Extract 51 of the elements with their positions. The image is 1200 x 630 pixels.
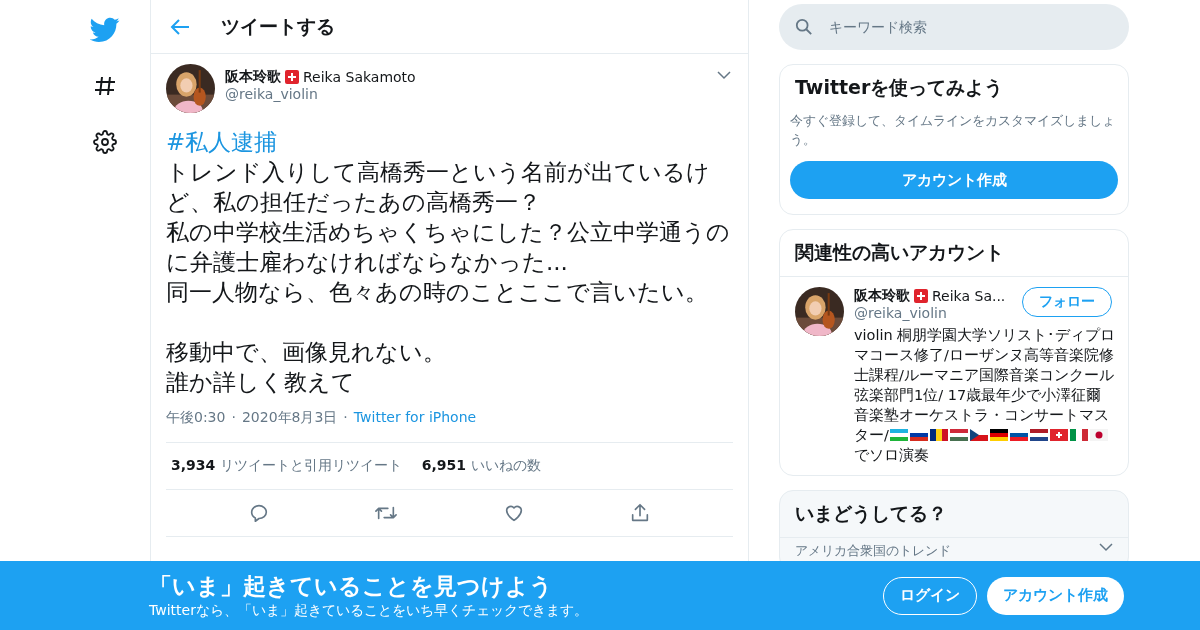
banner-title: 「いま」起きていることを見つけよう: [149, 572, 554, 601]
flag-icon: [1089, 429, 1108, 441]
flag-icon: [969, 429, 988, 441]
page-title: ツイートする: [221, 13, 335, 39]
flag-icon: [1049, 429, 1068, 441]
source-link[interactable]: Twitter for iPhone: [353, 409, 477, 427]
search-icon: [795, 18, 813, 36]
author-name-latin: Reika Sakamoto: [303, 69, 416, 85]
tweet-text: トレンド入りして高橋秀一という名前が出ているけど、私の担任だったあの高橋秀一？: [166, 158, 711, 217]
login-button[interactable]: ログイン: [883, 576, 977, 615]
chevron-down-icon[interactable]: [1099, 542, 1113, 552]
stat-count: 3,934: [171, 457, 216, 473]
author-name: 阪本玲歌: [225, 68, 281, 86]
chevron-down-icon[interactable]: [717, 70, 731, 80]
separator-dot: ·: [231, 409, 236, 427]
card-title: Twitterを使ってみよう: [794, 75, 1005, 100]
follow-button[interactable]: フォロー: [1022, 287, 1112, 317]
flag-icon: [1069, 429, 1088, 441]
signup-button[interactable]: アカウント作成: [987, 576, 1124, 615]
search-box[interactable]: キーワード検索: [779, 4, 1129, 50]
tweet-text: 私の中学校生活めちゃくちゃにした？公立中学通うのに弁護士雇わなければならなかった...: [166, 218, 731, 277]
flag-icon: [889, 429, 908, 441]
tweet-date: 2020年8月3日: [241, 409, 338, 427]
stat-label: リツイートと引用リツイート: [219, 457, 402, 473]
card-title: 関連性の高いアカウント: [794, 240, 1005, 265]
search-field[interactable]: キーワード検索: [827, 18, 1113, 36]
flag-icon: [949, 429, 968, 441]
flag-icon: [1029, 429, 1048, 441]
back-arrow-icon[interactable]: [169, 16, 191, 37]
flag-icon: [929, 429, 948, 441]
separator-dot: ·: [343, 409, 348, 427]
swiss-flag-icon: [285, 70, 299, 84]
tweet-text: 誰か詳しく教えて: [166, 368, 356, 397]
account-bio: violin 桐朋学園大学ソリスト･ディプロマコース修了/ローザンヌ高等音楽院修士課程/ルーマニア国際音楽コンクール弦楽部門1位/ 17歳最年少で小澤征爾音楽塾オーケストラ・コンサートマスター/ でソロ演奏: [854, 326, 1116, 465]
banner-text: Twitterなら、「いま」起きていることをいち早くチェックできます。: [149, 602, 589, 620]
trends-location: アメリカ合衆国のトレンド: [795, 542, 951, 560]
tweet-time: 午後0:30: [166, 409, 226, 427]
card-title: いまどうしてる？: [794, 501, 948, 526]
account-name-latin: Reika Sa...: [932, 288, 1006, 304]
account-handle: @reika_violin: [854, 305, 948, 321]
tweet-text: 移動中で、画像見れない。: [166, 338, 447, 367]
tweet-text: 同一人物なら、色々あの時のことここで言いたい。: [166, 278, 709, 307]
author-handle: @reika_violin: [225, 86, 319, 102]
flag-icon: [989, 429, 1008, 441]
swiss-flag-icon: [914, 289, 928, 303]
account-name: 阪本玲歌: [854, 287, 910, 305]
card-text: 今すぐ登録して、タイムラインをカスタマイズしましょう。: [790, 112, 1116, 149]
hashtag-link[interactable]: #私人逮捕: [166, 127, 733, 157]
stat-count: 6,951: [421, 457, 467, 473]
stat-label: いいねの数: [470, 457, 541, 473]
signup-button[interactable]: アカウント作成: [790, 161, 1118, 199]
